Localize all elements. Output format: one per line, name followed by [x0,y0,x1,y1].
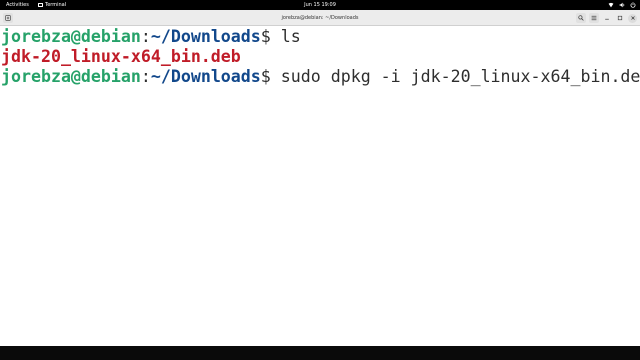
output-filename: jdk-20_linux-x64_bin.deb [1,47,241,66]
menu-button[interactable] [589,13,599,23]
maximize-icon [617,15,623,21]
terminal-line: jdk-20_linux-x64_bin.deb [1,47,640,67]
new-tab-button[interactable] [3,13,13,23]
power-icon [630,2,636,8]
close-icon [630,15,636,21]
maximize-button[interactable] [615,13,625,23]
close-button[interactable] [628,13,637,23]
terminal-output[interactable]: jorebza@debian:~/Downloads$ ls jdk-20_li… [0,26,640,346]
terminal-header-bar: jorebza@debian: ~/Downloads [0,10,640,26]
prompt-path: ~/Downloads [150,67,261,86]
bottom-edge [0,346,640,360]
terminal-app-icon [38,3,43,7]
activities-button[interactable]: Activities [6,0,29,10]
minimize-icon [604,15,610,21]
minimize-button[interactable] [602,13,612,23]
command-input[interactable]: sudo dpkg -i jdk-20_linux-x64_bin.deb [281,67,640,86]
search-icon [578,15,584,21]
system-tray[interactable] [608,0,636,10]
prompt-user-host: jorebza@debian [1,27,141,46]
terminal-line: jorebza@debian:~/Downloads$ ls [1,27,640,47]
menu-icon [591,15,597,21]
prompt-separator: : [140,27,151,46]
new-tab-icon [5,15,11,21]
command-text: ls [280,27,301,46]
window-title: jorebza@debian: ~/Downloads [281,15,359,21]
search-button[interactable] [576,13,586,23]
prompt-symbol: $ [260,67,281,86]
network-icon [608,2,614,8]
prompt-user-host: jorebza@debian [1,67,141,86]
clock[interactable]: Jun 15 19:09 [304,0,336,10]
prompt-separator: : [140,67,151,86]
app-menu-label: Terminal [45,2,67,8]
volume-icon [619,2,625,8]
prompt-symbol: $ [260,27,281,46]
terminal-line: jorebza@debian:~/Downloads$ sudo dpkg -i… [1,67,640,87]
gnome-top-bar: Activities Terminal Jun 15 19:09 [0,0,640,10]
app-menu[interactable]: Terminal [38,0,66,10]
prompt-path: ~/Downloads [150,27,261,46]
